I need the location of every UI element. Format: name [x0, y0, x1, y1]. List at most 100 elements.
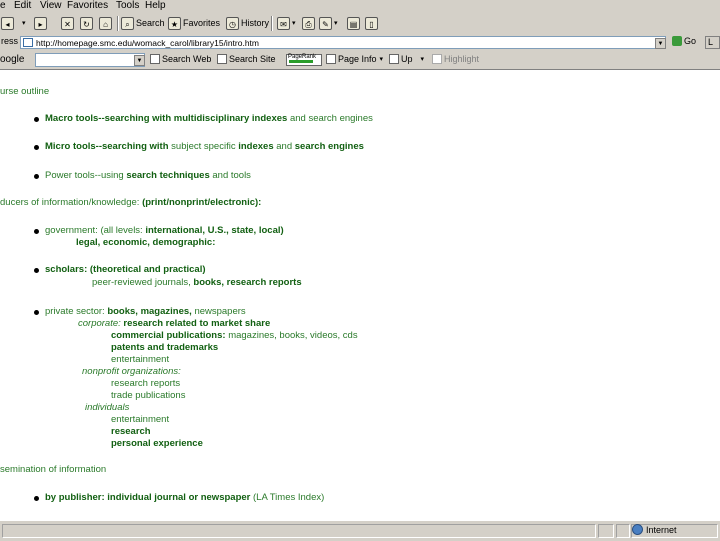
menu-favorites[interactable]: Favorites: [67, 0, 108, 12]
zone-label: Internet: [646, 524, 677, 535]
home-button[interactable]: ⌂: [99, 15, 114, 31]
private-sector-books-magazines: books, magazines,: [107, 306, 192, 317]
outline-item-power: Power tools--using search techniques and…: [45, 170, 251, 181]
micro-tools-text: Micro tools--searching with: [45, 141, 169, 152]
patents-trademarks: patents and trademarks: [111, 342, 218, 353]
scholars-label: scholars:: [45, 264, 88, 275]
discuss-button[interactable]: ▤: [347, 15, 362, 31]
edit-button[interactable]: ✎ ▾: [319, 15, 338, 31]
links-button[interactable]: L: [705, 36, 720, 49]
google-toolbar: oogle ▼ Search Web Search Site PageRank …: [0, 51, 720, 70]
menu-edit[interactable]: Edit: [14, 0, 31, 12]
search-web-label: Search Web: [162, 54, 212, 64]
search-button[interactable]: ⌕ Search: [121, 15, 165, 31]
dissemination-by-publisher: by publisher: individual journal or news…: [45, 492, 324, 503]
history-button[interactable]: ◷ History: [226, 15, 269, 31]
back-button[interactable]: ◂: [1, 15, 16, 31]
chevron-down-icon: ▼: [136, 58, 143, 64]
macro-tools-text: Macro tools--searching with multidiscipl…: [45, 113, 288, 124]
messenger-button[interactable]: ▯: [365, 15, 380, 31]
section-heading-producers: ducers of information/knowledge: (print/…: [0, 197, 261, 208]
back-arrow-icon: ◂: [1, 16, 14, 30]
individuals-entertainment: entertainment: [111, 414, 170, 425]
producer-government: government: (all levels: international, …: [45, 225, 284, 236]
micro-and: and: [276, 141, 293, 152]
chevron-down-icon: ▾: [22, 20, 26, 27]
bullet: [34, 174, 39, 179]
corporate-research: research related to market share: [123, 318, 271, 329]
forward-dropdown[interactable]: ▾: [22, 15, 26, 31]
google-search-dropdown[interactable]: ▼: [134, 55, 145, 66]
search-site-icon: [217, 54, 227, 64]
bullet: [34, 268, 39, 273]
government-types: legal, economic, demographic:: [76, 237, 216, 248]
scholars-types: (theoretical and practical): [89, 264, 206, 275]
edit-icon: ✎: [319, 16, 332, 30]
print-button[interactable]: ⎙: [302, 15, 317, 31]
micro-search-engines: search engines: [294, 141, 364, 152]
toolbar-separator: [117, 16, 119, 31]
producers-heading-formats: (print/nonprint/electronic):: [142, 197, 262, 208]
individuals-personal-experience: personal experience: [111, 438, 203, 449]
up-icon: [389, 54, 399, 64]
outline-item-macro: Macro tools--searching with multidiscipl…: [45, 113, 373, 124]
search-web-button[interactable]: Search Web: [150, 54, 211, 64]
micro-subject-specific: subject specific: [171, 141, 236, 152]
entertainment-corporate: entertainment: [111, 354, 170, 365]
status-pane: [598, 524, 614, 538]
menu-help[interactable]: Help: [145, 0, 166, 12]
menu-file[interactable]: e: [0, 0, 6, 12]
bullet: [34, 117, 39, 122]
highlight-label: Highlight: [444, 54, 480, 64]
corporate-line: corporate: research related to market sh…: [78, 318, 270, 329]
favorites-button[interactable]: ★ Favorites: [168, 15, 220, 31]
page-info-button[interactable]: Page Info ▾: [326, 54, 383, 64]
address-url: http://homepage.smc.edu/womack_carol/lib…: [36, 37, 259, 48]
highlight-icon: [432, 54, 442, 64]
stop-button[interactable]: ✕: [61, 15, 76, 31]
publisher-journal-newspaper: individual journal or newspaper: [107, 492, 251, 503]
page-content: urse outline Macro tools--searching with…: [0, 70, 720, 520]
highlight-button[interactable]: Highlight: [432, 54, 479, 64]
scholars-outputs: peer-reviewed journals, books, research …: [92, 277, 302, 288]
la-times-index: (LA Times Index): [253, 492, 325, 503]
address-input[interactable]: http://homepage.smc.edu/womack_carol/lib…: [20, 36, 666, 49]
mail-icon: ✉: [277, 16, 290, 30]
go-button[interactable]: Go: [672, 36, 696, 46]
peer-reviewed-journals: peer-reviewed journals,: [92, 277, 191, 288]
government-levels: international, U.S., state, local): [145, 225, 284, 236]
up-button[interactable]: Up ▾: [389, 54, 424, 64]
forward-arrow-icon: ▸: [34, 16, 47, 30]
forward-button[interactable]: ▸: [34, 15, 49, 31]
print-icon: ⎙: [302, 16, 315, 30]
refresh-button[interactable]: ↻: [80, 15, 95, 31]
status-bar: Internet: [0, 520, 720, 541]
pagerank-bar: [289, 60, 313, 63]
status-message-pane: [2, 524, 596, 538]
government-label: government:: [45, 225, 98, 236]
commercial-publications-types: magazines, books, videos, cds: [228, 330, 358, 341]
menu-view[interactable]: View: [40, 0, 62, 12]
messenger-icon: ▯: [365, 16, 378, 30]
menu-tools[interactable]: Tools: [116, 0, 139, 12]
google-search-input[interactable]: ▼: [35, 53, 145, 67]
menu-bar: e Edit View Favorites Tools Help: [0, 0, 720, 13]
mail-button[interactable]: ✉ ▾: [277, 15, 296, 31]
chevron-down-icon: ▾: [334, 20, 338, 27]
address-dropdown-button[interactable]: ▼: [655, 38, 666, 49]
individuals-research: research: [111, 426, 151, 437]
globe-icon: [632, 524, 643, 535]
pagerank-meter[interactable]: PageRank: [286, 54, 322, 66]
books-research-reports: books, research reports: [193, 277, 302, 288]
bullet: [34, 229, 39, 234]
producers-heading-text: ducers of information/knowledge:: [0, 197, 140, 208]
page-info-icon: [326, 54, 336, 64]
address-label: ress: [1, 36, 19, 46]
section-heading-dissemination: semination of information: [0, 464, 107, 475]
power-and-tools: and tools: [212, 170, 251, 181]
commercial-publications-label: commercial publications:: [111, 330, 226, 341]
up-label: Up: [401, 54, 413, 64]
search-site-button[interactable]: Search Site: [217, 54, 276, 64]
search-button-label: Search: [136, 18, 165, 28]
power-search-techniques: search techniques: [126, 170, 210, 181]
